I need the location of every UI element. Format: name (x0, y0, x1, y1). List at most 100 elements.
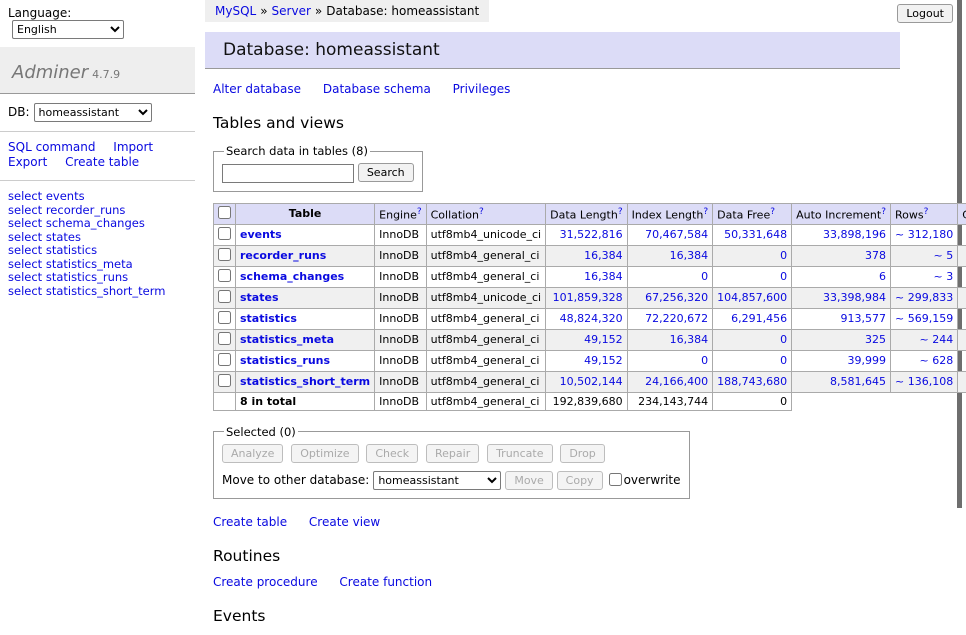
breadcrumb-server-link[interactable]: Server (272, 4, 311, 18)
import-link[interactable]: Import (113, 140, 153, 154)
optimize-button[interactable]: Optimize (291, 444, 358, 463)
privileges-link[interactable]: Privileges (453, 82, 511, 96)
stat-link[interactable]: 101,859,328 (553, 291, 623, 304)
overwrite-checkbox[interactable] (609, 473, 622, 486)
sidebar-item-select-recorder-runs[interactable]: select recorder_runs (8, 204, 187, 218)
row-checkbox[interactable] (218, 248, 231, 261)
stat-link[interactable]: ~ 136,108 (895, 375, 953, 388)
row-checkbox[interactable] (218, 290, 231, 303)
sql-command-link[interactable]: SQL command (8, 140, 95, 154)
stat-link[interactable]: 378 (865, 249, 886, 262)
stat-link[interactable]: 6,291,456 (731, 312, 787, 325)
database-schema-link[interactable]: Database schema (323, 82, 431, 96)
create-procedure-link[interactable]: Create procedure (213, 575, 318, 589)
stat-link[interactable]: 0 (701, 270, 708, 283)
analyze-button[interactable]: Analyze (222, 444, 283, 463)
adminer-logo-link[interactable]: Adminer (12, 62, 88, 83)
stat-link[interactable]: 72,220,672 (645, 312, 708, 325)
stat-link[interactable]: 16,384 (584, 249, 623, 262)
export-link[interactable]: Export (8, 155, 47, 169)
stat-link[interactable]: ~ 312,180 (895, 228, 953, 241)
stat-link[interactable]: 0 (780, 333, 787, 346)
stat-link[interactable]: ~ 569,159 (895, 312, 953, 325)
column-help-link[interactable]: ? (703, 207, 708, 217)
stat-link[interactable]: ~ 5 (933, 249, 953, 262)
row-checkbox[interactable] (218, 227, 231, 240)
stat-link[interactable]: 33,398,984 (823, 291, 886, 304)
stat-link[interactable]: 31,522,816 (560, 228, 623, 241)
stat-link[interactable]: 24,166,400 (645, 375, 708, 388)
table-name-link[interactable]: statistics_meta (240, 333, 334, 346)
stat-link[interactable]: 8,581,645 (830, 375, 886, 388)
row-checkbox[interactable] (218, 353, 231, 366)
stat-link[interactable]: 16,384 (670, 249, 709, 262)
repair-button[interactable]: Repair (426, 444, 479, 463)
alter-database-link[interactable]: Alter database (213, 82, 301, 96)
stat-link[interactable]: 0 (780, 354, 787, 367)
logout-button[interactable]: Logout (897, 4, 953, 23)
stat-link[interactable]: 913,577 (841, 312, 887, 325)
stat-link[interactable]: 39,999 (848, 354, 887, 367)
search-input[interactable] (222, 164, 354, 183)
table-name-link[interactable]: statistics_short_term (240, 375, 370, 388)
stat-link[interactable]: 16,384 (584, 270, 623, 283)
create-table-link-bottom[interactable]: Create table (213, 515, 287, 529)
stat-link[interactable]: 67,256,320 (645, 291, 708, 304)
stat-link[interactable]: 49,152 (584, 354, 623, 367)
column-help-link[interactable]: ? (417, 207, 422, 217)
stat-link[interactable]: 0 (780, 249, 787, 262)
sidebar-item-select-statistics-runs[interactable]: select statistics_runs (8, 271, 187, 285)
stat-link[interactable]: ~ 244 (919, 333, 953, 346)
stat-link[interactable]: 0 (780, 270, 787, 283)
table-name-link[interactable]: events (240, 228, 282, 241)
column-help-link[interactable]: ? (479, 207, 484, 217)
table-name-link[interactable]: schema_changes (240, 270, 344, 283)
sidebar-item-select-schema-changes[interactable]: select schema_changes (8, 217, 187, 231)
stat-link[interactable]: 48,824,320 (560, 312, 623, 325)
row-checkbox[interactable] (218, 311, 231, 324)
stat-link[interactable]: 16,384 (670, 333, 709, 346)
stat-link[interactable]: ~ 3 (933, 270, 953, 283)
column-help-link[interactable]: ? (618, 207, 623, 217)
db-select[interactable]: homeassistant (34, 103, 152, 122)
sidebar-item-select-statistics-short-term[interactable]: select statistics_short_term (8, 285, 187, 299)
stat-link[interactable]: 6 (879, 270, 886, 283)
stat-link[interactable]: 33,898,196 (823, 228, 886, 241)
table-name-link[interactable]: statistics (240, 312, 297, 325)
stat-link[interactable]: 10,502,144 (560, 375, 623, 388)
row-checkbox[interactable] (218, 332, 231, 345)
create-table-link[interactable]: Create table (65, 155, 139, 169)
truncate-button[interactable]: Truncate (487, 444, 552, 463)
language-select[interactable]: English (12, 20, 124, 39)
table-name-link[interactable]: statistics_runs (240, 354, 330, 367)
sidebar-item-select-statistics-meta[interactable]: select statistics_meta (8, 258, 187, 272)
drop-button[interactable]: Drop (560, 444, 604, 463)
breadcrumb-mysql-link[interactable]: MySQL (215, 4, 256, 18)
stat-link[interactable]: 70,467,584 (645, 228, 708, 241)
stat-link[interactable]: 0 (701, 354, 708, 367)
stat-link[interactable]: 50,331,648 (724, 228, 787, 241)
check-all-checkbox[interactable] (218, 206, 231, 219)
copy-button[interactable]: Copy (557, 471, 603, 490)
move-button[interactable]: Move (505, 471, 553, 490)
sidebar-item-select-states[interactable]: select states (8, 231, 187, 245)
create-view-link[interactable]: Create view (309, 515, 380, 529)
move-db-select[interactable]: homeassistant (373, 471, 501, 490)
row-checkbox[interactable] (218, 269, 231, 282)
stat-link[interactable]: 325 (865, 333, 886, 346)
row-checkbox[interactable] (218, 374, 231, 387)
search-button[interactable]: Search (358, 163, 414, 182)
stat-link[interactable]: 49,152 (584, 333, 623, 346)
stat-link[interactable]: 104,857,600 (717, 291, 787, 304)
create-function-link[interactable]: Create function (339, 575, 432, 589)
check-button[interactable]: Check (366, 444, 418, 463)
column-help-link[interactable]: ? (924, 207, 929, 217)
stat-link[interactable]: ~ 628 (919, 354, 953, 367)
stat-link[interactable]: ~ 299,833 (895, 291, 953, 304)
sidebar-item-select-statistics[interactable]: select statistics (8, 244, 187, 258)
column-help-link[interactable]: ? (881, 207, 886, 217)
table-name-link[interactable]: states (240, 291, 279, 304)
sidebar-item-select-events[interactable]: select events (8, 190, 187, 204)
column-help-link[interactable]: ? (770, 207, 775, 217)
table-name-link[interactable]: recorder_runs (240, 249, 326, 262)
